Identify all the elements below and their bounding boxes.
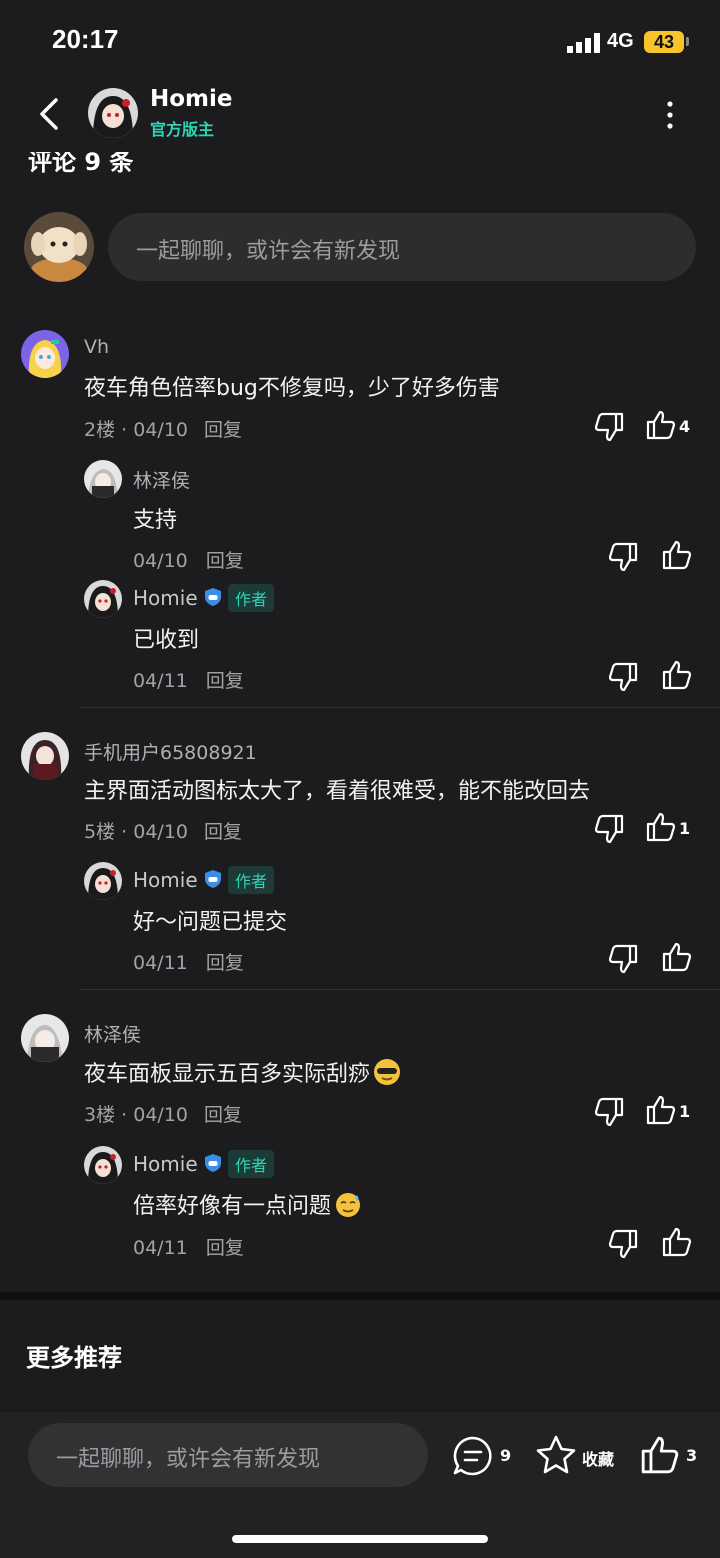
comment-meta: 5楼 · 04/10 回复	[84, 821, 243, 843]
reply-meta: 04/10 回复	[133, 546, 244, 573]
reply-user-name[interactable]: Homie	[133, 1152, 198, 1176]
comment-input[interactable]: 一起聊聊，或许会有新发现	[108, 213, 696, 281]
like-icon[interactable]	[644, 408, 678, 442]
reply-button[interactable]: 回复	[204, 419, 242, 441]
reply-user-name[interactable]: Homie	[133, 586, 198, 610]
star-icon[interactable]	[534, 1434, 578, 1476]
like-icon[interactable]	[660, 940, 694, 974]
bottom-input-placeholder: 一起聊聊，或许会有新发现	[56, 1447, 321, 1472]
section-separator	[0, 1292, 720, 1300]
reply-button[interactable]: 回复	[204, 1104, 242, 1126]
sweat-emoji-icon	[336, 1193, 361, 1217]
divider	[80, 989, 720, 990]
bottom-comment-input[interactable]: 一起聊聊，或许会有新发现	[28, 1423, 428, 1487]
dislike-icon[interactable]	[606, 540, 640, 574]
reply-meta: 04/11 回复	[133, 666, 244, 693]
comment-avatar[interactable]	[21, 1014, 69, 1062]
reply-button[interactable]: 回复	[206, 952, 244, 974]
shield-badge-icon	[205, 870, 221, 888]
home-indicator[interactable]	[232, 1535, 488, 1543]
reply-avatar[interactable]	[84, 580, 122, 618]
reply-button[interactable]: 回复	[206, 1237, 244, 1259]
comment-text: 夜车面板显示五百多实际刮痧	[84, 1056, 402, 1088]
like-icon[interactable]	[644, 1093, 678, 1127]
comment-floor: 3楼	[84, 1104, 116, 1126]
reply-text: 倍率好像有一点问题	[133, 1188, 363, 1220]
comment-count: 9	[500, 1446, 512, 1465]
like-count: 3	[686, 1446, 698, 1465]
author-tag: 作者	[228, 584, 275, 612]
comment-meta: 3楼 · 04/10 回复	[84, 1104, 243, 1126]
comment-floor: 5楼	[84, 821, 116, 843]
like-icon[interactable]	[638, 1433, 682, 1477]
more-recommendations-title: 更多推荐	[26, 1344, 122, 1372]
reply-avatar[interactable]	[84, 862, 122, 900]
comment-avatar[interactable]	[21, 732, 69, 780]
like-icon[interactable]	[644, 810, 678, 844]
author-avatar[interactable]	[88, 88, 138, 138]
comment-date: 04/10	[133, 821, 188, 843]
like-count: 1	[679, 1102, 691, 1121]
comment-date: 04/10	[133, 1104, 188, 1126]
reply-button[interactable]: 回复	[206, 670, 244, 692]
reply-button[interactable]: 回复	[204, 821, 242, 843]
reply-text: 支持	[133, 508, 178, 533]
author-name[interactable]: Homie	[150, 86, 233, 112]
shield-badge-icon	[205, 588, 221, 606]
shield-badge-icon	[205, 1154, 221, 1172]
comment-user-name[interactable]: Vh	[84, 336, 109, 358]
divider	[80, 707, 720, 708]
dislike-icon[interactable]	[606, 942, 640, 976]
reply-user-name[interactable]: Homie	[133, 868, 198, 892]
like-count: 4	[679, 417, 691, 436]
dislike-icon[interactable]	[606, 660, 640, 694]
favorite-label[interactable]: 收藏	[582, 1446, 614, 1470]
more-icon[interactable]	[660, 98, 680, 132]
comment-user-name[interactable]: 手机用户65808921	[84, 738, 257, 765]
status-time: 20:17	[52, 24, 119, 54]
author-role: 官方版主	[150, 120, 215, 139]
like-count: 1	[679, 819, 691, 838]
reply-avatar[interactable]	[84, 1146, 122, 1184]
dislike-icon[interactable]	[592, 812, 626, 846]
like-icon[interactable]	[660, 1225, 694, 1259]
comment-text: 夜车角色倍率bug不修复吗，少了好多伤害	[84, 376, 500, 401]
reply-text: 已收到	[133, 628, 200, 653]
battery-tip	[686, 37, 689, 46]
dislike-icon[interactable]	[592, 410, 626, 444]
signal-icon	[567, 33, 600, 53]
reply-avatar[interactable]	[84, 460, 122, 498]
comment-icon[interactable]	[452, 1435, 494, 1477]
comment-count-title: 评论 9 条	[28, 152, 134, 176]
reply-date: 04/11	[133, 1237, 188, 1259]
reply-user-name[interactable]: 林泽侯	[133, 466, 190, 493]
author-tag: 作者	[228, 866, 275, 894]
like-icon[interactable]	[660, 538, 694, 572]
network-type: 4G	[607, 30, 634, 52]
battery-level: 43	[644, 31, 684, 53]
reply-date: 04/10	[133, 550, 188, 572]
reply-date: 04/11	[133, 952, 188, 974]
reply-meta: 04/11 回复	[133, 948, 244, 975]
back-icon[interactable]	[36, 94, 66, 134]
comment-date: 04/10	[133, 419, 188, 441]
comment-user-name[interactable]: 林泽侯	[84, 1020, 141, 1047]
reply-button[interactable]: 回复	[206, 550, 244, 572]
comment-input-placeholder: 一起聊聊，或许会有新发现	[136, 239, 401, 264]
reply-date: 04/11	[133, 670, 188, 692]
dislike-icon[interactable]	[606, 1227, 640, 1261]
comment-avatar[interactable]	[21, 330, 69, 378]
comment-text: 主界面活动图标太大了，看着很难受，能不能改回去	[84, 779, 591, 804]
like-icon[interactable]	[660, 658, 694, 692]
cool-emoji-icon	[374, 1059, 401, 1085]
comment-floor: 2楼	[84, 419, 116, 441]
dislike-icon[interactable]	[592, 1095, 626, 1129]
my-avatar	[24, 212, 94, 282]
reply-text: 好～问题已提交	[133, 910, 288, 935]
author-tag: 作者	[228, 1150, 275, 1178]
reply-meta: 04/11 回复	[133, 1233, 244, 1260]
comment-meta: 2楼 · 04/10 回复	[84, 419, 243, 441]
